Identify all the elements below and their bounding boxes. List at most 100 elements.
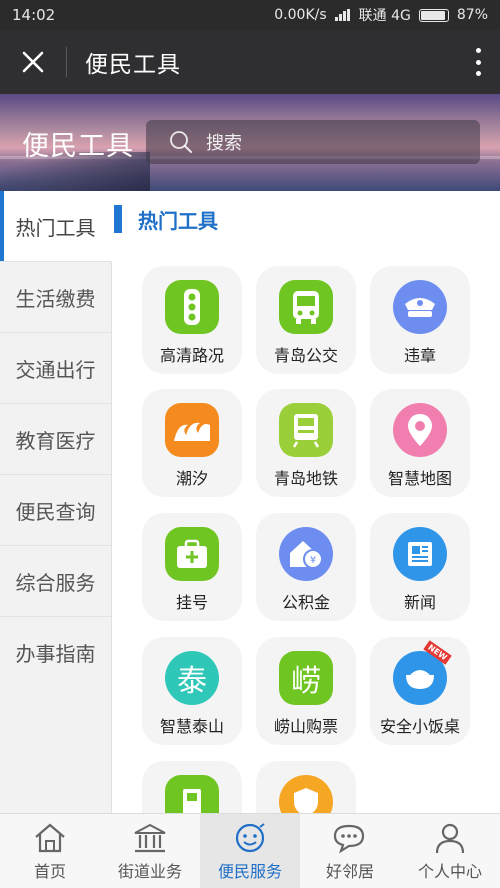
sidebar-item-hot-tools[interactable]: 热门工具 <box>0 191 112 262</box>
tool-label: 公积金 <box>281 593 330 612</box>
tool-label: 挂号 <box>175 593 208 612</box>
nav-label: 便民服务 <box>217 862 282 881</box>
more-dot-icon <box>475 48 481 53</box>
nav-label: 好邻居 <box>325 862 374 881</box>
subway-icon <box>279 403 333 457</box>
search-icon <box>170 131 192 153</box>
bus-icon <box>279 280 333 334</box>
nav-home[interactable]: 首页 <box>0 814 100 888</box>
close-icon <box>22 51 44 73</box>
nav-label: 首页 <box>33 862 66 881</box>
nav-personal-center[interactable]: 个人中心 <box>400 814 500 888</box>
card-icon <box>165 775 219 813</box>
lao-glyph: 崂 <box>291 664 321 699</box>
medical-kit-icon <box>165 527 219 581</box>
svg-text:¥: ¥ <box>310 555 316 566</box>
carrier: 联通 4G <box>358 8 411 24</box>
tool-tile-taishan[interactable]: 泰 智慧泰山 <box>142 637 242 745</box>
bottom-navigation: 首页 街道业务 便民服务 好邻居 个人中心 <box>0 813 500 888</box>
map-pin-icon <box>393 403 447 457</box>
category-sidebar: 热门工具 生活缴费 交通出行 教育医疗 便民查询 综合服务 办事指南 <box>0 191 112 813</box>
tool-label: 智慧地图 <box>387 469 452 488</box>
tai-glyph: 泰 <box>177 664 207 699</box>
tool-label: 崂山购票 <box>273 717 338 736</box>
sidebar-item-education-medical[interactable]: 教育医疗 <box>0 404 111 475</box>
status-time: 14:02 <box>12 6 56 24</box>
nav-label: 个人中心 <box>417 862 482 881</box>
shield-icon <box>279 775 333 813</box>
tool-tile-violation[interactable]: 违章 <box>370 266 470 374</box>
title-bar: 便民工具 <box>0 30 500 94</box>
sidebar-item-label: 教育医疗 <box>15 428 96 453</box>
tool-label: 青岛地铁 <box>273 469 338 488</box>
tool-tile-tide[interactable]: 潮汐 <box>142 389 242 497</box>
tool-tile-bus[interactable]: 青岛公交 <box>256 266 356 374</box>
person-icon <box>433 820 467 856</box>
nav-convenience-services[interactable]: 便民服务 <box>200 814 300 888</box>
nav-neighbors[interactable]: 好邻居 <box>300 814 400 888</box>
traffic-light-icon <box>165 280 219 334</box>
close-button[interactable] <box>0 30 66 94</box>
housing-fund-icon: ¥ <box>279 527 333 581</box>
more-dot-icon <box>475 59 481 65</box>
section-title: 热门工具 <box>138 208 218 233</box>
sidebar-item-label: 交通出行 <box>15 357 96 382</box>
tool-tile-news[interactable]: 新闻 <box>370 513 470 621</box>
network-speed: 0.00K/s <box>274 7 327 23</box>
banner-title: 便民工具 <box>22 131 134 162</box>
tool-tile-subway[interactable]: 青岛地铁 <box>256 389 356 497</box>
tool-tile-registration[interactable]: 挂号 <box>142 513 242 621</box>
lao-character-icon: 崂 <box>279 651 333 705</box>
tool-tile-card[interactable] <box>142 761 242 813</box>
home-icon <box>33 820 67 856</box>
sidebar-item-label: 便民查询 <box>15 499 96 524</box>
tool-label: 潮汐 <box>175 469 208 488</box>
tool-label: 新闻 <box>403 593 436 612</box>
section-header: 热门工具 <box>114 205 218 233</box>
tool-tile-traffic[interactable]: 高清路况 <box>142 266 242 374</box>
tool-label: 高清路况 <box>159 346 224 365</box>
tool-tile-housing-fund[interactable]: ¥ 公积金 <box>256 513 356 621</box>
sidebar-item-label: 办事指南 <box>15 642 96 666</box>
battery-icon <box>418 8 449 22</box>
nav-label: 街道业务 <box>117 862 182 881</box>
tool-tile-smart-map[interactable]: 智慧地图 <box>370 389 470 497</box>
search-placeholder: 搜索 <box>206 133 242 154</box>
status-indicators: 0.00K/s 联通 4G 87% <box>274 5 488 25</box>
more-options-button[interactable] <box>474 48 482 76</box>
tool-label: 青岛公交 <box>273 346 338 365</box>
nav-street-affairs[interactable]: 街道业务 <box>100 814 200 888</box>
sidebar-item-label: 生活缴费 <box>15 286 96 311</box>
wave-icon <box>165 403 219 457</box>
tool-label: 违章 <box>403 346 436 365</box>
tools-panel: 热门工具 高清路况 青岛公交 违章 潮汐 青岛地铁 智慧地图 挂号 ¥ 公积金 … <box>112 191 500 813</box>
sidebar-item-transport[interactable]: 交通出行 <box>0 333 111 404</box>
sidebar-item-label: 热门工具 <box>15 215 96 240</box>
more-dot-icon <box>475 71 481 76</box>
tai-character-icon: 泰 <box>165 651 219 705</box>
tool-tile-laoshan-tickets[interactable]: 崂 崂山购票 <box>256 637 356 745</box>
new-badge: NEW <box>423 640 452 665</box>
tool-tile-shield[interactable] <box>256 761 356 813</box>
chat-bubbles-icon <box>331 820 369 856</box>
government-building-icon <box>132 820 168 856</box>
header-banner: 便民工具 搜索 <box>0 94 500 191</box>
sidebar-item-label: 综合服务 <box>15 570 96 595</box>
title-divider <box>66 47 67 77</box>
page-title: 便民工具 <box>85 52 181 78</box>
rice-bowl-icon: NEW <box>393 640 452 705</box>
tool-tile-safe-canteen[interactable]: NEW 安全小饭桌 <box>370 637 470 745</box>
search-input[interactable]: 搜索 <box>146 120 480 164</box>
newspaper-icon <box>393 527 447 581</box>
battery-level: 87% <box>456 7 488 23</box>
sidebar-item-bill-payment[interactable]: 生活缴费 <box>0 262 111 333</box>
sidebar-item-inquiry[interactable]: 便民查询 <box>0 475 111 546</box>
sidebar-item-guide[interactable]: 办事指南 <box>0 617 111 688</box>
sidebar-item-general-services[interactable]: 综合服务 <box>0 546 111 617</box>
smiley-service-icon <box>232 820 268 856</box>
signal-icon <box>334 9 351 21</box>
police-cap-icon <box>393 280 447 334</box>
tool-label: 安全小饭桌 <box>379 717 460 736</box>
section-accent-bar <box>114 205 122 233</box>
tool-label: 智慧泰山 <box>159 717 224 736</box>
